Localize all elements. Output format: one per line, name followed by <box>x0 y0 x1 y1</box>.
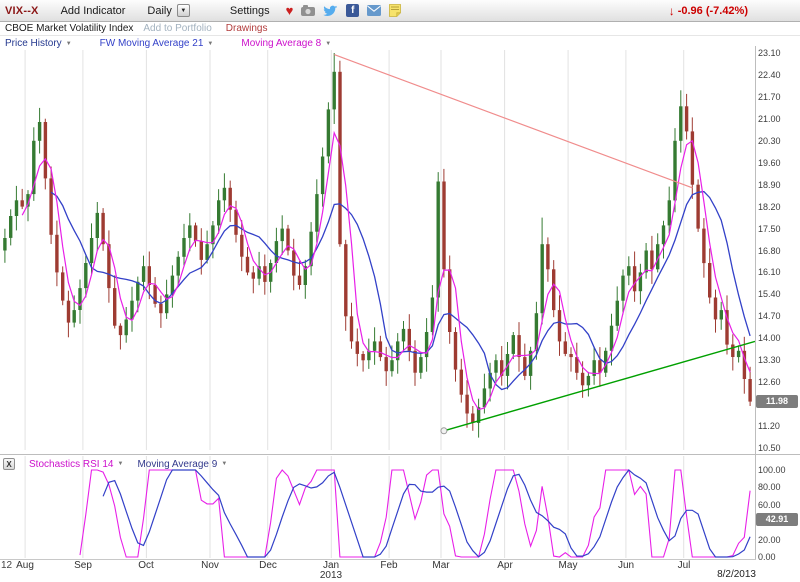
price-tick-label: 13.30 <box>758 355 781 365</box>
price-tick-label: 14.70 <box>758 311 781 321</box>
month-label: Dec <box>255 560 281 571</box>
price-tick-label: 15.40 <box>758 289 781 299</box>
ma8-label: Moving Average 8 <box>241 38 321 49</box>
add-indicator-button[interactable]: Add Indicator <box>61 5 126 17</box>
price-tick-label: 20.30 <box>758 136 781 146</box>
price-tick-label: 16.10 <box>758 267 781 277</box>
price-tick-label: 19.60 <box>758 158 781 168</box>
last-date-label: 8/2/2013 <box>700 569 756 580</box>
price-tick-label: 10.50 <box>758 443 781 453</box>
price-tick-label: 21.70 <box>758 92 781 102</box>
stoch-tick-label: 60.00 <box>758 500 781 510</box>
stoch-rsi-label: Stochastics RSI 14 <box>29 459 113 470</box>
month-label: Nov <box>197 560 223 571</box>
email-icon[interactable] <box>367 4 381 18</box>
chevron-down-icon: ▼ <box>117 461 123 467</box>
down-arrow-icon: ↓ <box>669 4 675 18</box>
stoch-tick-label: 0.00 <box>758 552 776 562</box>
favorites-heart-icon[interactable]: ♥ <box>286 4 294 18</box>
month-label: Jul <box>671 560 697 571</box>
ma8-dropdown[interactable]: Moving Average 8 ▼ <box>241 38 331 49</box>
settings-button[interactable]: Settings <box>230 5 270 17</box>
price-change-readout: ↓ -0.96 (-7.42%) <box>669 4 748 18</box>
timeframe-value: Daily <box>147 5 171 17</box>
stoch-value-badge: 42.91 <box>756 513 798 526</box>
chevron-down-icon: ▼ <box>221 461 227 467</box>
drawings-menu[interactable]: Drawings <box>226 23 268 34</box>
month-label: Oct <box>133 560 159 571</box>
month-label: Jun <box>613 560 639 571</box>
stock-chart-window: VIX--X Add Indicator Daily ▼ Settings ♥ … <box>0 0 800 582</box>
close-panel-button[interactable]: X <box>3 458 15 470</box>
month-label: Feb <box>376 560 402 571</box>
price-tick-label: 22.40 <box>758 70 781 80</box>
symbol-description-bar: CBOE Market Volatility Index Add to Port… <box>0 22 800 36</box>
twitter-icon[interactable] <box>323 4 338 18</box>
panel-resize-divider[interactable] <box>0 454 800 455</box>
chart-legend: Price History ▼ FW Moving Average 21 ▼ M… <box>5 38 331 49</box>
price-history-dropdown[interactable]: Price History ▼ <box>5 38 72 49</box>
year-label-left: 12 <box>1 560 12 571</box>
price-history-label: Price History <box>5 38 62 49</box>
price-tick-label: 11.20 <box>758 421 780 431</box>
month-label: Aug <box>12 560 38 571</box>
change-text: -0.96 (-7.42%) <box>678 5 748 17</box>
stoch-ma-label: Moving Average 9 <box>137 459 217 470</box>
month-label: Mar <box>428 560 454 571</box>
price-tick-label: 23.10 <box>758 48 781 58</box>
year-label: 2013 <box>318 570 344 581</box>
main-toolbar: VIX--X Add Indicator Daily ▼ Settings ♥ … <box>0 0 800 22</box>
price-tick-label: 18.90 <box>758 180 781 190</box>
price-chart-canvas[interactable] <box>0 36 755 456</box>
chevron-down-icon: ▼ <box>66 41 72 47</box>
stoch-panel-header: X Stochastics RSI 14 ▼ Moving Average 9 … <box>3 458 227 470</box>
stoch-tick-label: 80.00 <box>758 482 781 492</box>
price-tick-label: 21.00 <box>758 114 781 124</box>
chevron-down-icon: ▼ <box>207 41 213 47</box>
price-tick-label: 18.20 <box>758 202 781 212</box>
stoch-tick-label: 20.00 <box>758 535 781 545</box>
price-tick-label: 14.00 <box>758 333 781 343</box>
share-icons: ♥ f <box>286 4 402 18</box>
symbol-description: CBOE Market Volatility Index <box>5 23 133 34</box>
ma21-label: FW Moving Average 21 <box>100 38 204 49</box>
add-to-portfolio-button[interactable]: Add to Portfolio <box>143 23 211 34</box>
camera-icon[interactable] <box>301 4 315 18</box>
timeframe-select[interactable]: Daily ▼ <box>147 4 189 17</box>
price-tick-label: 12.60 <box>758 377 781 387</box>
month-label: Sep <box>70 560 96 571</box>
month-label: Apr <box>492 560 518 571</box>
facebook-icon[interactable]: f <box>346 4 359 17</box>
ma21-dropdown[interactable]: FW Moving Average 21 ▼ <box>100 38 214 49</box>
month-label: May <box>555 560 581 571</box>
stoch-tick-label: 100.00 <box>758 465 786 475</box>
stoch-rsi-dropdown[interactable]: Stochastics RSI 14 ▼ <box>29 459 123 470</box>
stoch-chart-canvas[interactable] <box>0 456 755 558</box>
timeframe-dropdown-icon[interactable]: ▼ <box>177 4 190 17</box>
price-tick-label: 17.50 <box>758 224 781 234</box>
axis-divider-line <box>755 46 756 559</box>
notes-icon[interactable] <box>389 4 401 18</box>
last-price-badge: 11.98 <box>756 395 798 408</box>
symbol-ticker[interactable]: VIX--X <box>5 5 39 17</box>
chevron-down-icon: ▼ <box>325 41 331 47</box>
stoch-ma-dropdown[interactable]: Moving Average 9 ▼ <box>137 459 227 470</box>
price-tick-label: 16.80 <box>758 246 781 256</box>
